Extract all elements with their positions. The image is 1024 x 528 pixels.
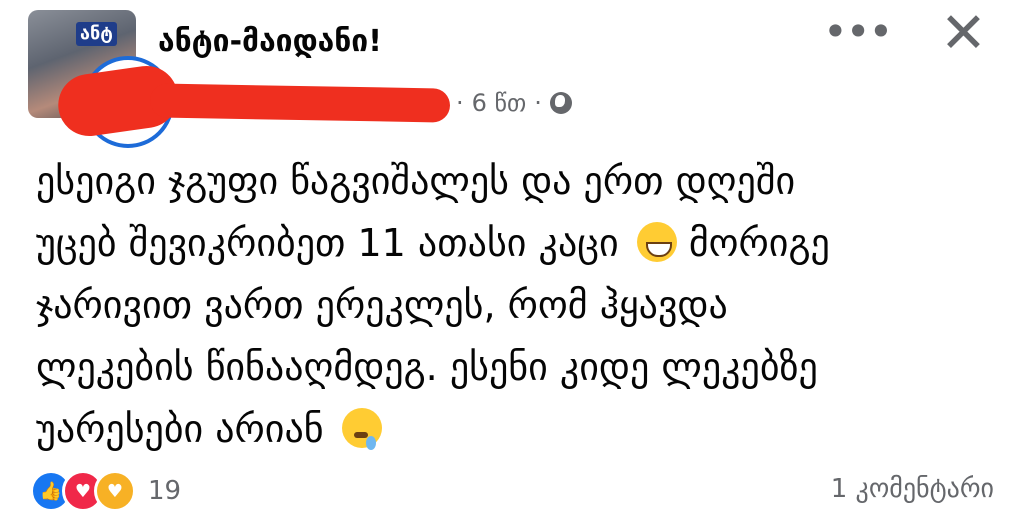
post-meta: · 6 წთ · [456, 86, 572, 120]
grinning-emoji-icon [636, 222, 677, 262]
care-icon: ♥ [94, 470, 136, 512]
sleepy-emoji-icon [341, 408, 382, 450]
meta-separator: · [456, 89, 464, 117]
comments-count-link[interactable]: 1 კომენტარი [831, 474, 994, 504]
post-line-1: ესეიგი ჯგუფი წაგვიშალეს და ერთ დღეში [36, 159, 796, 203]
post-timestamp[interactable]: 6 წთ [472, 86, 527, 120]
post-line-4: ლეკების წინააღმდეგ. ესენი კიდე ლეკებზე [36, 345, 818, 389]
reactions-summary[interactable]: 👍 ♥ ♥ 19 [30, 470, 181, 512]
post-body: ესეიგი ჯგუფი წაგვიშალეს და ერთ დღეში უცე… [36, 150, 996, 460]
globe-icon [549, 92, 572, 114]
post-line-2-tail: მორიგე [688, 221, 830, 265]
avatar-badge: ანტ [76, 22, 117, 46]
reaction-count[interactable]: 19 [148, 476, 181, 506]
redaction-scribble-bar [149, 83, 451, 123]
more-options-button[interactable]: ••• [823, 11, 893, 53]
post-line-5: უარესები არიან [36, 407, 324, 451]
post-line-3: ჯარივით ვართ ერეკლეს, რომ ჰყავდა [36, 283, 728, 327]
page-name[interactable]: ანტი-მაიდანი! [158, 22, 382, 62]
close-button[interactable]: ✕ [940, 4, 987, 64]
post-line-2: უცებ შევიკრიბეთ 11 ათასი კაცი [36, 221, 619, 265]
meta-separator-2: · [534, 89, 542, 117]
